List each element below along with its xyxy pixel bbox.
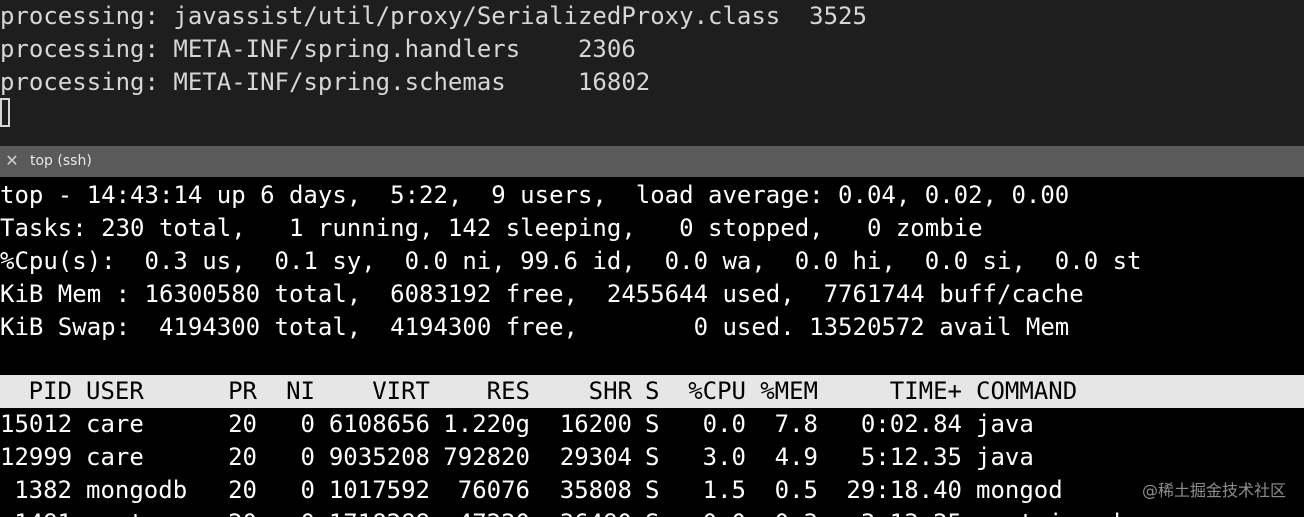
cell-user: root (86, 507, 144, 517)
cell-ni: 0 (260, 507, 315, 517)
cell-pid: 12999 (0, 443, 73, 471)
cell-pid: 15012 (0, 410, 73, 438)
column-header-pid: PID (28, 377, 72, 405)
column-header-res: RES (486, 377, 530, 405)
cell-time: 29:18.40 (846, 476, 962, 504)
cell-ni: 0 (300, 443, 315, 471)
output-line: processing: META-INF/spring.schemas 1680… (0, 68, 651, 96)
column-header-time: TIME+ (889, 377, 962, 405)
table-row: 1382 mongodb 20 0 1017592 76076 35808 S … (0, 474, 1304, 507)
summary-cpu: %Cpu(s): 0.3 us, 0.1 sy, 0.0 ni, 99.6 id… (0, 247, 1142, 275)
cell-state: S (645, 410, 660, 438)
cell-pr: 20 (200, 507, 257, 517)
cell-shr: 36480 (530, 507, 632, 517)
cell-state: S (645, 476, 660, 504)
cell-pid: 1481 (0, 507, 72, 517)
watermark: @稀土掘金技术社区 (1141, 481, 1286, 500)
cell-command: java (976, 443, 1034, 471)
summary-swap: KiB Swap: 4194300 total, 4194300 free, 0… (0, 313, 1070, 341)
cell-time: 0:02.84 (860, 410, 962, 438)
cell-pr: 20 (228, 476, 257, 504)
top-terminal-pane[interactable]: top - 14:43:14 up 6 days, 5:22, 9 users,… (0, 177, 1304, 517)
cell-res: 47220 (430, 507, 530, 517)
cell-command: mongod (976, 476, 1063, 504)
cell-state: S (645, 507, 659, 517)
column-header-ni: NI (286, 377, 315, 405)
tab-title[interactable]: top (ssh) (30, 146, 92, 177)
cell-virt: 1718288 (315, 507, 430, 517)
output-line: processing: javassist/util/proxy/Seriali… (0, 2, 867, 30)
cell-pr: 20 (228, 410, 257, 438)
summary-uptime: top - 14:43:14 up 6 days, 5:22, 9 users,… (0, 181, 1070, 209)
cell-time: 5:12.35 (860, 443, 962, 471)
column-header-state: S (645, 377, 660, 405)
table-row: 1481 root 20 0 1718288 47220 36480 S 0.0… (0, 507, 1304, 517)
cell-ni: 0 (300, 476, 315, 504)
cell-command: containerd (976, 507, 1121, 517)
cell-shr: 35808 (559, 476, 632, 504)
column-header-cpu: %CPU (688, 377, 746, 405)
cell-mem: 0.5 (774, 476, 818, 504)
cell-mem: 7.8 (774, 410, 818, 438)
cell-pid: 1382 (14, 476, 72, 504)
output-line: processing: META-INF/spring.handlers 230… (0, 35, 636, 63)
cell-res: 76076 (457, 476, 530, 504)
cell-pr: 20 (228, 443, 257, 471)
cell-ni: 0 (300, 410, 315, 438)
cell-user: care (86, 443, 144, 471)
pane-tab-bar: ✕ top (ssh) (0, 146, 1304, 177)
cell-state: S (645, 443, 660, 471)
column-header-user: USER (86, 377, 144, 405)
cell-user: mongodb (86, 476, 188, 504)
table-row: 12999 care 20 0 9035208 792820 29304 S 3… (0, 441, 1304, 474)
cell-user: care (86, 410, 144, 438)
cell-shr: 29304 (559, 443, 632, 471)
cell-time: 3:13.25 (818, 507, 962, 517)
summary-tasks: Tasks: 230 total, 1 running, 142 sleepin… (0, 214, 983, 242)
cell-res: 1.220g (443, 410, 530, 438)
cell-virt: 6108656 (328, 410, 430, 438)
cell-mem: 0.3 (746, 507, 818, 517)
cell-virt: 9035208 (328, 443, 430, 471)
column-header-mem: %MEM (760, 377, 818, 405)
cell-mem: 4.9 (774, 443, 818, 471)
summary-mem: KiB Mem : 16300580 total, 6083192 free, … (0, 280, 1084, 308)
process-table-header: PID USER PR NI VIRT RES SHR S %CPU %MEM … (0, 375, 1304, 408)
terminal-cursor (0, 98, 10, 127)
cell-virt: 1017592 (328, 476, 430, 504)
cell-cpu: 0.0 (702, 410, 746, 438)
cell-cpu: 0.0 (660, 507, 746, 517)
close-icon[interactable]: ✕ (3, 151, 21, 171)
cell-shr: 16200 (559, 410, 632, 438)
column-header-virt: VIRT (372, 377, 430, 405)
column-header-command: COMMAND (976, 377, 1078, 405)
cell-cpu: 1.5 (702, 476, 746, 504)
upper-terminal-pane[interactable]: processing: javassist/util/proxy/Seriali… (0, 0, 1304, 146)
column-header-pr: PR (228, 377, 257, 405)
cell-res: 792820 (443, 443, 530, 471)
cell-command: java (976, 410, 1034, 438)
table-row: 15012 care 20 0 6108656 1.220g 16200 S 0… (0, 408, 1304, 441)
column-header-shr: SHR (588, 377, 632, 405)
cell-cpu: 3.0 (702, 443, 746, 471)
